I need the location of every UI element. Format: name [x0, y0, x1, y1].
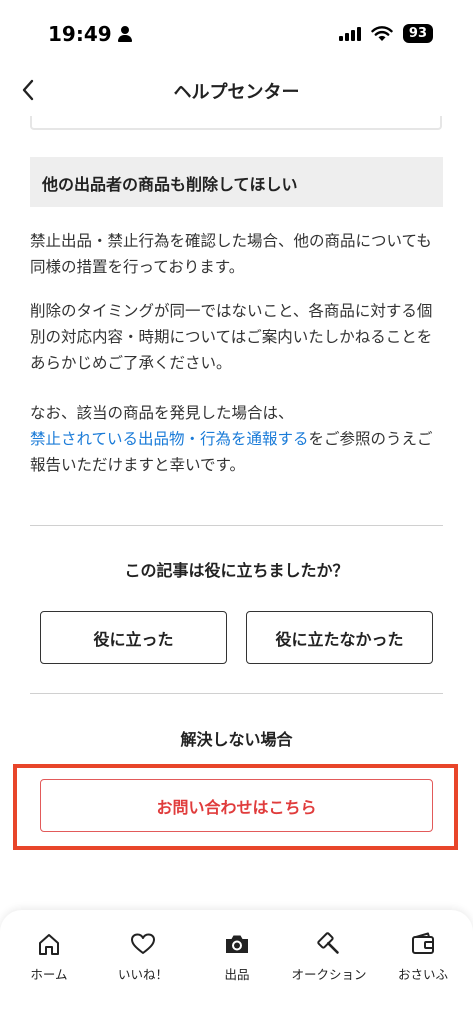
status-bar: 19:49 93 [0, 0, 473, 64]
article-paragraph: 削除のタイミングが同一ではないこと、各商品に対する個別の対応内容・時期については… [30, 302, 433, 372]
status-time-group: 19:49 [48, 22, 132, 46]
tab-label: おさいふ [397, 967, 448, 982]
camera-icon [226, 935, 248, 953]
tab-likes[interactable]: いいね！ [96, 930, 190, 983]
status-time: 19:49 [48, 22, 112, 46]
not-helpful-button[interactable]: 役に立たなかった [246, 611, 433, 664]
article-paragraph: 禁止出品・禁止行為を確認した場合、他の商品についても同様の措置を行っております。 [30, 232, 432, 276]
tab-label: いいね！ [117, 967, 168, 982]
battery-indicator: 93 [402, 24, 433, 43]
tab-label: ホーム [30, 967, 68, 982]
tab-home[interactable]: ホーム [2, 930, 96, 983]
feedback-question: この記事は役に立ちましたか？ [124, 561, 349, 580]
divider [30, 693, 443, 694]
tab-auction[interactable]: オークション [282, 930, 376, 983]
help-center-screen: 19:49 93 ヘルプセンター 他の出品者の商品も削除してほしい 禁止出品・禁… [0, 0, 473, 1024]
previous-card-edge [30, 116, 442, 130]
paragraph-text: なお、該当の商品を発見した場合は、 [30, 404, 294, 422]
section-heading: 他の出品者の商品も削除してほしい [30, 157, 443, 207]
tab-label: オークション [291, 967, 367, 982]
tab-sell[interactable]: 出品 [190, 930, 284, 983]
heart-icon [131, 933, 155, 954]
cellular-signal-icon [338, 26, 361, 41]
report-prohibited-link[interactable]: 禁止されている出品物・行為を通報する [30, 430, 309, 448]
page-title: ヘルプセンター [173, 82, 300, 103]
contact-button[interactable]: お問い合わせはこちら [40, 779, 433, 832]
tab-label: 出品 [224, 967, 250, 982]
unresolved-heading: 解決しない場合 [180, 730, 293, 749]
wallet-icon [412, 932, 434, 954]
bottom-tab-bar: ホーム いいね！ 出品 オークション おさいふ [0, 910, 473, 1024]
status-indicators: 93 [338, 24, 433, 43]
article-paragraph: なお、該当の商品を発見した場合は、 禁止されている出品物・行為を通報するをご参照の… [30, 400, 445, 478]
wifi-icon [371, 25, 393, 41]
tab-wallet[interactable]: おさいふ [376, 930, 470, 983]
gavel-icon [317, 932, 339, 954]
helpful-button[interactable]: 役に立った [40, 611, 227, 664]
nav-header: ヘルプセンター [0, 64, 473, 116]
divider [30, 525, 443, 526]
person-icon [117, 26, 132, 42]
home-icon [39, 934, 59, 955]
